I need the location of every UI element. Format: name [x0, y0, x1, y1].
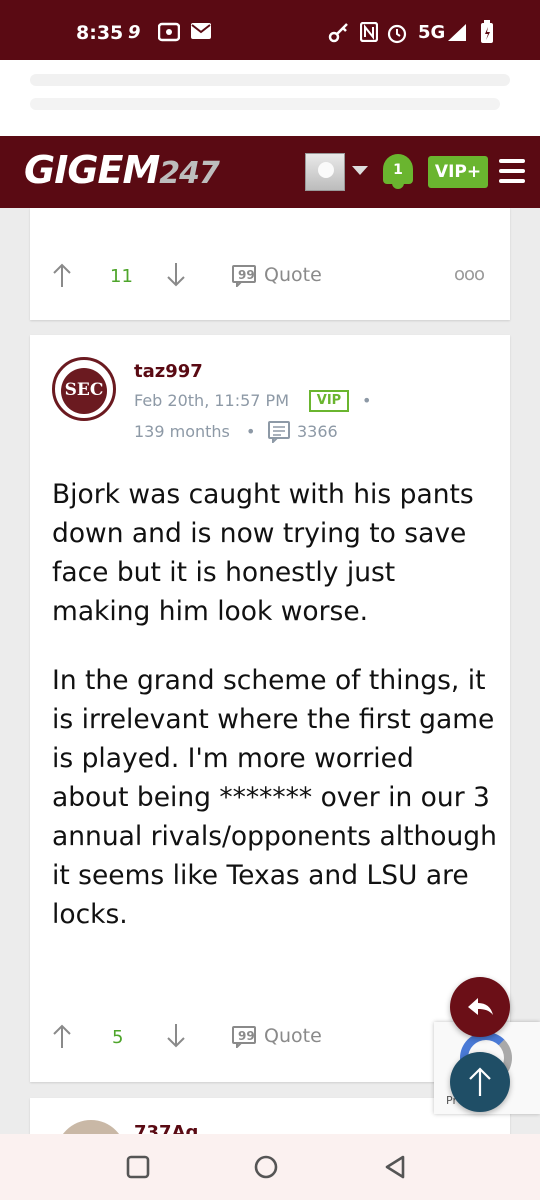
- ad-banner: [0, 60, 540, 136]
- status-time: 8:35: [76, 22, 124, 44]
- battery-icon: [480, 20, 494, 49]
- post-card: SEC taz997 Feb 20th, 11:57 PM VIP • 139 …: [30, 335, 510, 1082]
- post-actions: 11 99 Quote ooo: [30, 258, 510, 298]
- reply-button[interactable]: [450, 977, 510, 1037]
- network-label: 5G: [418, 22, 446, 43]
- ad-placeholder: [30, 74, 510, 86]
- downvote-arrow-icon[interactable]: [166, 262, 186, 288]
- scroll-to-top-button[interactable]: [450, 1052, 510, 1112]
- user-avatar[interactable]: [305, 153, 345, 191]
- quote-button[interactable]: Quote: [264, 1025, 322, 1047]
- home-icon: [254, 1155, 278, 1179]
- previous-post-card: 11 99 Quote ooo: [30, 208, 510, 320]
- vip-badge: VIP: [309, 390, 349, 412]
- nfc-icon: [359, 21, 379, 47]
- upvote-arrow-icon[interactable]: [52, 1023, 72, 1049]
- separator-dot: •: [362, 391, 372, 410]
- recents-icon: [126, 1155, 150, 1179]
- notification-count: 1: [393, 162, 403, 178]
- alarm-icon: [386, 22, 408, 49]
- membership-duration: 139 months: [134, 422, 230, 441]
- poster-avatar[interactable]: SEC: [52, 357, 116, 421]
- upvote-count: 11: [110, 266, 133, 287]
- back-button[interactable]: [382, 1154, 408, 1180]
- site-logo[interactable]: GIGEM247: [24, 148, 220, 192]
- game-icon: 9: [128, 22, 141, 43]
- post-paragraph: In the grand scheme of things, it is irr…: [52, 665, 497, 930]
- arrow-up-icon: [469, 1067, 491, 1096]
- recents-button[interactable]: [125, 1154, 151, 1180]
- quote-icon[interactable]: 99: [232, 1026, 256, 1050]
- key-icon: [328, 22, 350, 49]
- vip-plus-button[interactable]: VIP+: [428, 156, 488, 188]
- svg-text:99: 99: [238, 268, 255, 282]
- notifications-bell-icon[interactable]: 1: [380, 150, 416, 192]
- upvote-count: 5: [112, 1027, 124, 1048]
- post-timestamp: Feb 20th, 11:57 PM: [134, 391, 290, 410]
- hamburger-menu-icon[interactable]: [499, 159, 525, 183]
- posts-icon: [268, 421, 290, 445]
- ad-placeholder: [30, 98, 500, 110]
- poster-username[interactable]: taz997: [134, 361, 203, 382]
- post-count: 3366: [297, 422, 338, 441]
- more-options-icon[interactable]: ooo: [454, 264, 485, 285]
- upvote-arrow-icon[interactable]: [52, 262, 72, 288]
- bell-clapper: [392, 183, 404, 189]
- back-icon: [385, 1155, 405, 1179]
- separator-dot: •: [246, 422, 256, 441]
- svg-text:99: 99: [238, 1029, 255, 1043]
- system-navigation-bar: [0, 1134, 540, 1200]
- site-header: GIGEM247 1 VIP+: [0, 136, 540, 208]
- quote-icon[interactable]: 99: [232, 265, 256, 289]
- downvote-arrow-icon[interactable]: [166, 1023, 186, 1049]
- status-bar: 8:35 9 5G: [0, 0, 540, 60]
- post-paragraph: Bjork was caught with his pants down and…: [52, 479, 474, 627]
- avatar-text: SEC: [64, 380, 104, 400]
- home-button[interactable]: [253, 1154, 279, 1180]
- signal-icon: [446, 22, 468, 47]
- reply-arrow-icon: [468, 998, 493, 1015]
- quote-button[interactable]: Quote: [264, 264, 322, 286]
- chevron-down-icon[interactable]: [352, 166, 368, 175]
- mail-icon: [190, 22, 212, 45]
- logo-number: 247: [159, 156, 220, 191]
- logo-text: GIGEM: [24, 148, 160, 192]
- radio-icon: [157, 22, 181, 47]
